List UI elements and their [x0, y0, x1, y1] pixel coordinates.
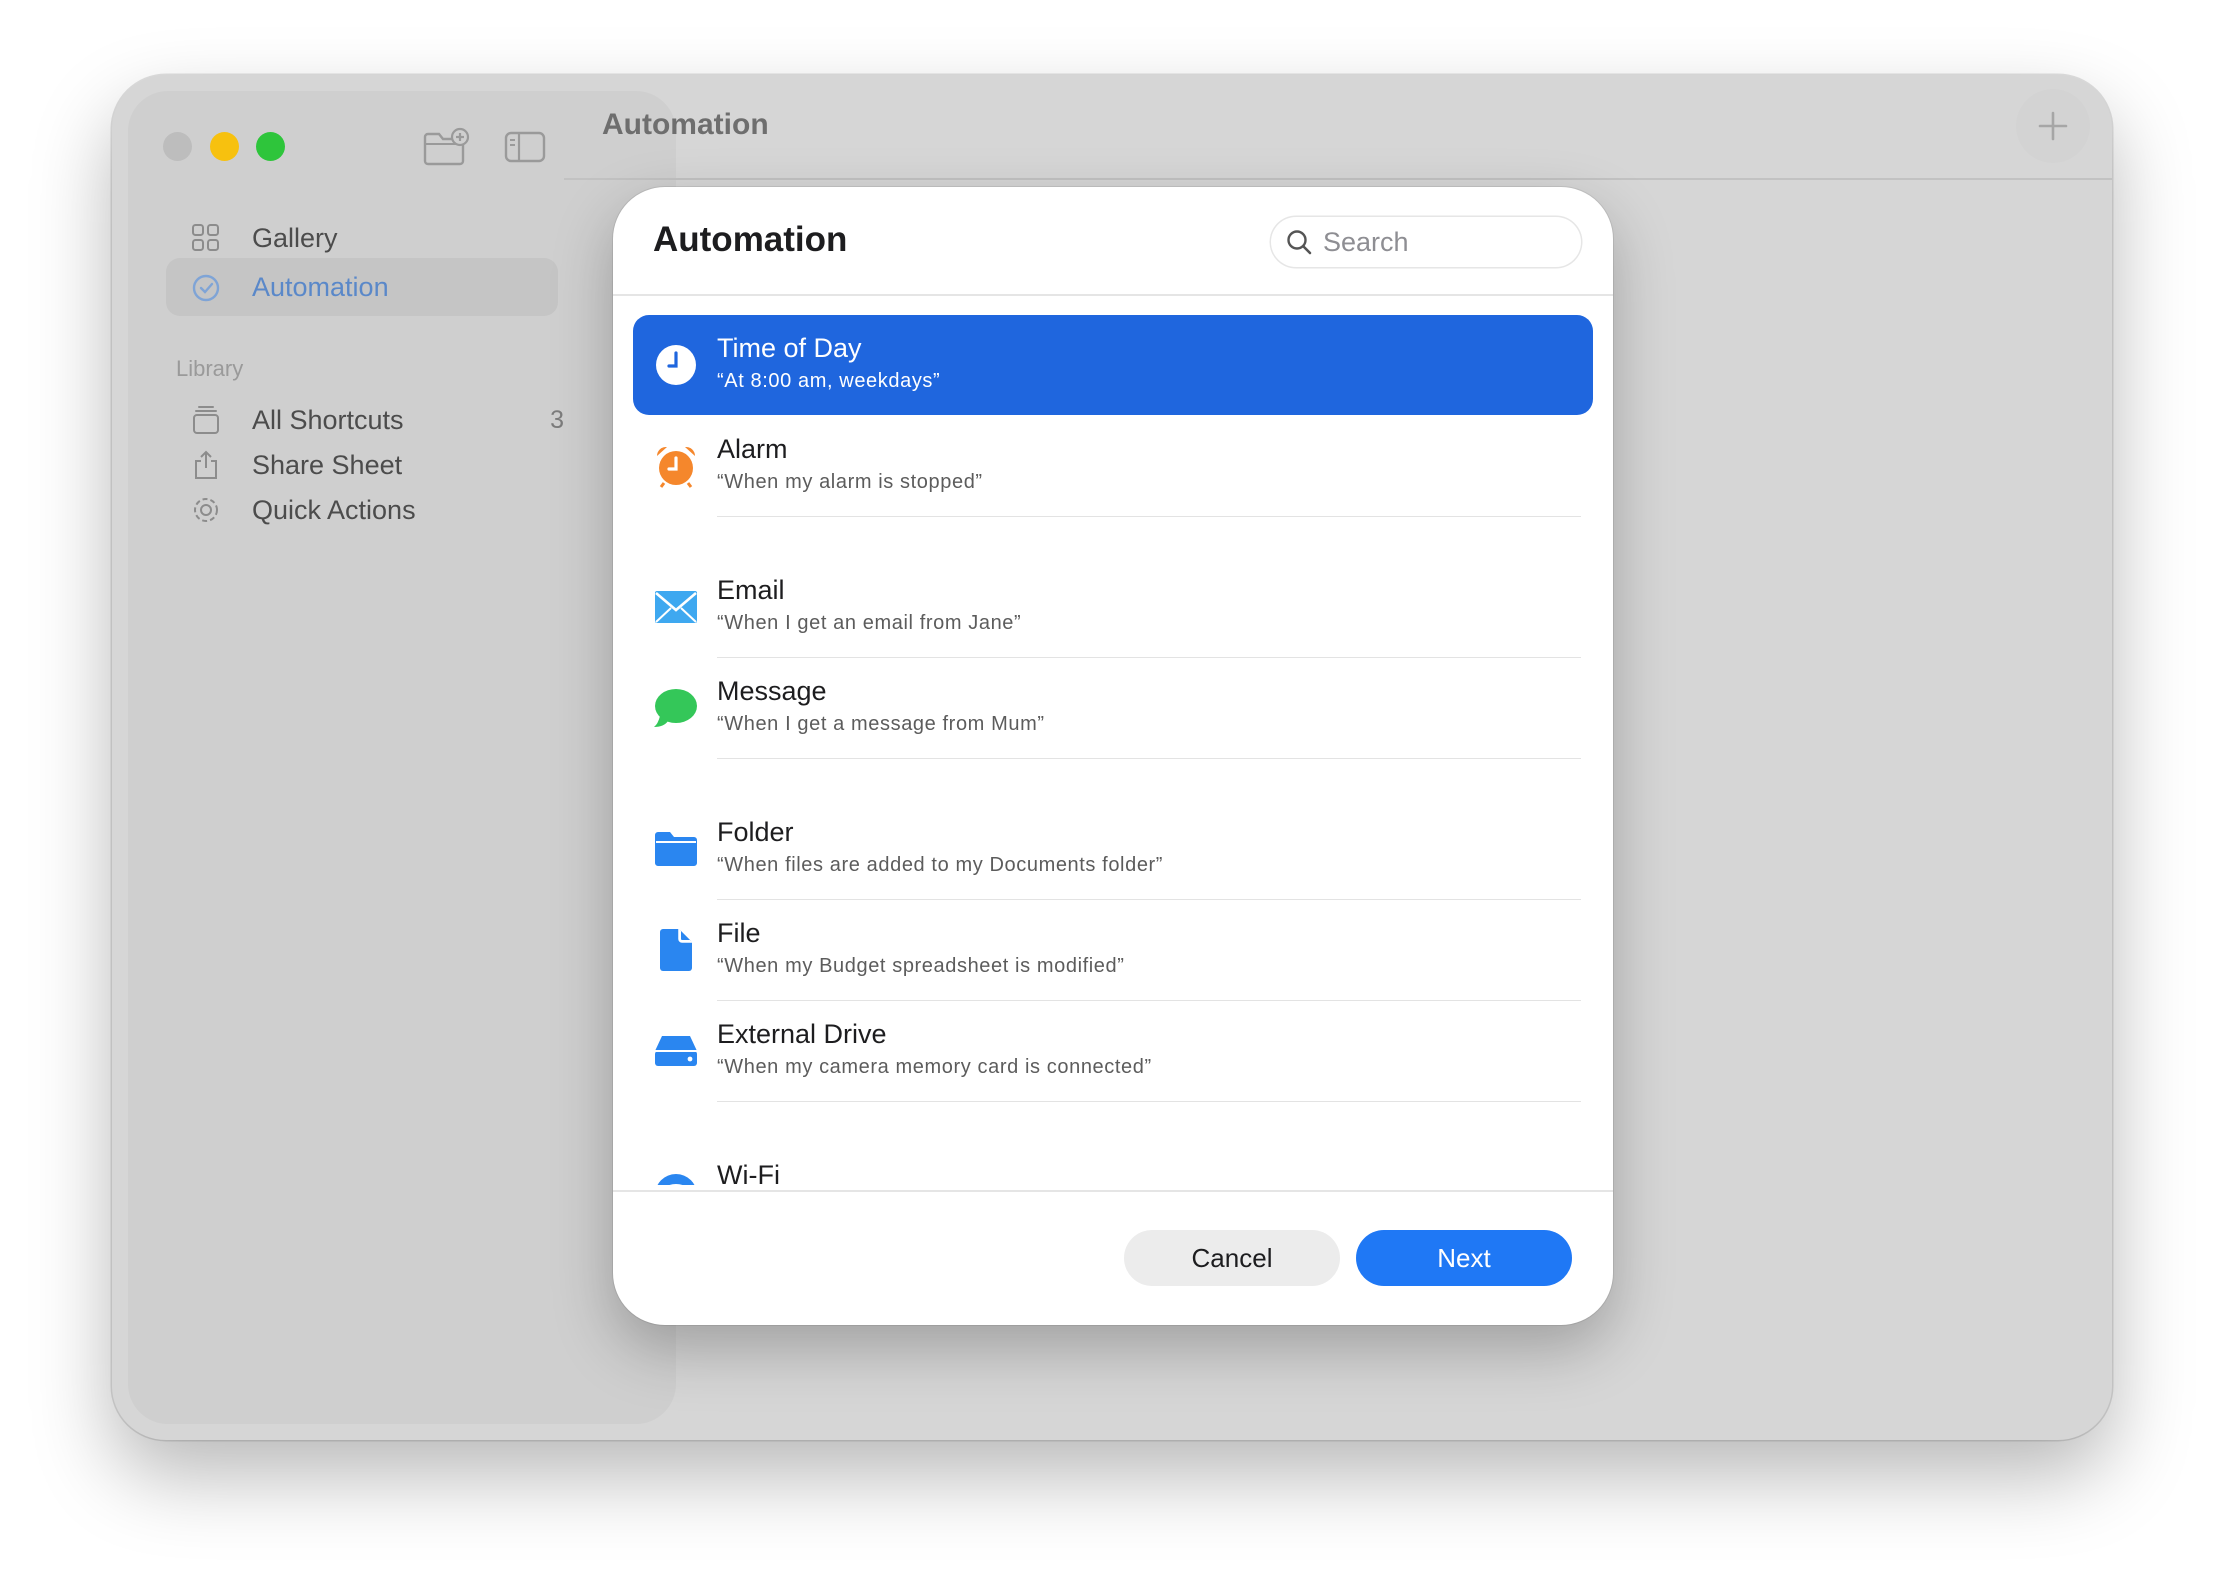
message-bubble-icon — [653, 685, 699, 731]
sidebar-item-label: Gallery — [252, 222, 338, 253]
sidebar-toggle-icon — [504, 131, 546, 163]
toolbar-divider — [564, 178, 2112, 180]
sidebar-item-label: Automation — [252, 271, 389, 302]
next-button[interactable]: Next — [1356, 1230, 1572, 1286]
stack-icon — [188, 402, 224, 438]
envelope-icon — [653, 584, 699, 630]
page-title: Automation — [602, 108, 769, 141]
sidebar-item-label: Quick Actions — [252, 494, 416, 525]
grid-icon — [188, 220, 224, 256]
trigger-item-folder[interactable]: Folder “When files are added to my Docum… — [633, 799, 1593, 900]
clock-icon — [653, 342, 699, 388]
trigger-item-alarm[interactable]: Alarm “When my alarm is stopped” — [633, 416, 1593, 517]
sidebar-item-quick-actions[interactable]: Quick Actions — [178, 481, 678, 539]
row-divider — [717, 1100, 1581, 1102]
cancel-button[interactable]: Cancel — [1124, 1230, 1340, 1286]
new-folder-button[interactable] — [422, 127, 470, 172]
trigger-item-file[interactable]: File “When my Budget spreadsheet is modi… — [633, 900, 1593, 1001]
trigger-subtitle: “When my Budget spreadsheet is modified” — [717, 955, 1125, 977]
trigger-title: Email — [717, 575, 785, 605]
trigger-item-wifi[interactable]: Wi-Fi — [633, 1142, 1593, 1185]
minimize-window-button[interactable] — [210, 132, 239, 161]
trigger-subtitle: “When I get a message from Mum” — [717, 713, 1045, 735]
sidebar-section-library: Library — [176, 356, 244, 381]
new-folder-icon — [423, 127, 470, 166]
document-icon — [653, 927, 699, 973]
trigger-item-time-of-day[interactable]: Time of Day “At 8:00 am, weekdays” — [633, 315, 1593, 415]
sidebar: Gallery Automation Library All Shortcuts — [128, 91, 676, 1424]
automation-modal: Automation Time of Day “At 8:00 am, week… — [613, 187, 1613, 1325]
alarm-clock-icon — [653, 443, 699, 489]
modal-footer-divider — [613, 1190, 1613, 1192]
plus-icon — [2038, 111, 2068, 141]
trigger-subtitle: “When my camera memory card is connected… — [717, 1056, 1152, 1078]
trigger-item-email[interactable]: Email “When I get an email from Jane” — [633, 557, 1593, 658]
trigger-subtitle: “When files are added to my Documents fo… — [717, 854, 1164, 876]
trigger-item-external-drive[interactable]: External Drive “When my camera memory ca… — [633, 1001, 1593, 1102]
close-window-button[interactable] — [163, 132, 192, 161]
modal-title: Automation — [653, 220, 848, 259]
share-icon — [188, 447, 224, 483]
trigger-title: Message — [717, 676, 827, 706]
trigger-list: Time of Day “At 8:00 am, weekdays” Alarm… — [633, 315, 1593, 1185]
trigger-title: Folder — [717, 817, 794, 847]
zoom-window-button[interactable] — [256, 132, 285, 161]
clock-check-icon — [188, 269, 224, 305]
trigger-title: Time of Day — [717, 333, 862, 363]
folder-icon — [653, 826, 699, 872]
search-input[interactable] — [1321, 225, 1565, 259]
wifi-icon — [653, 1172, 699, 1185]
trigger-subtitle: “At 8:00 am, weekdays” — [717, 370, 941, 392]
trigger-title: File — [717, 918, 761, 948]
trigger-title: Alarm — [717, 434, 788, 464]
shortcut-count-badge: 3 — [550, 405, 564, 434]
sidebar-item-label: All Shortcuts — [252, 404, 404, 435]
trigger-title: Wi-Fi — [717, 1160, 780, 1185]
row-divider — [717, 515, 1581, 517]
sidebar-item-label: Share Sheet — [252, 449, 403, 480]
add-automation-button[interactable] — [2016, 89, 2090, 163]
trigger-subtitle: “When my alarm is stopped” — [717, 471, 983, 493]
modal-header-divider — [613, 294, 1613, 296]
trigger-subtitle: “When I get an email from Jane” — [717, 612, 1022, 634]
sidebar-item-automation[interactable]: Automation — [166, 258, 558, 316]
row-divider — [717, 757, 1581, 759]
search-icon — [1287, 230, 1312, 255]
trigger-item-message[interactable]: Message “When I get a message from Mum” — [633, 658, 1593, 759]
trigger-title: External Drive — [717, 1019, 887, 1049]
gear-icon — [188, 492, 224, 528]
toggle-sidebar-button[interactable] — [504, 131, 546, 168]
search-field[interactable] — [1271, 217, 1581, 267]
drive-icon — [653, 1028, 699, 1074]
